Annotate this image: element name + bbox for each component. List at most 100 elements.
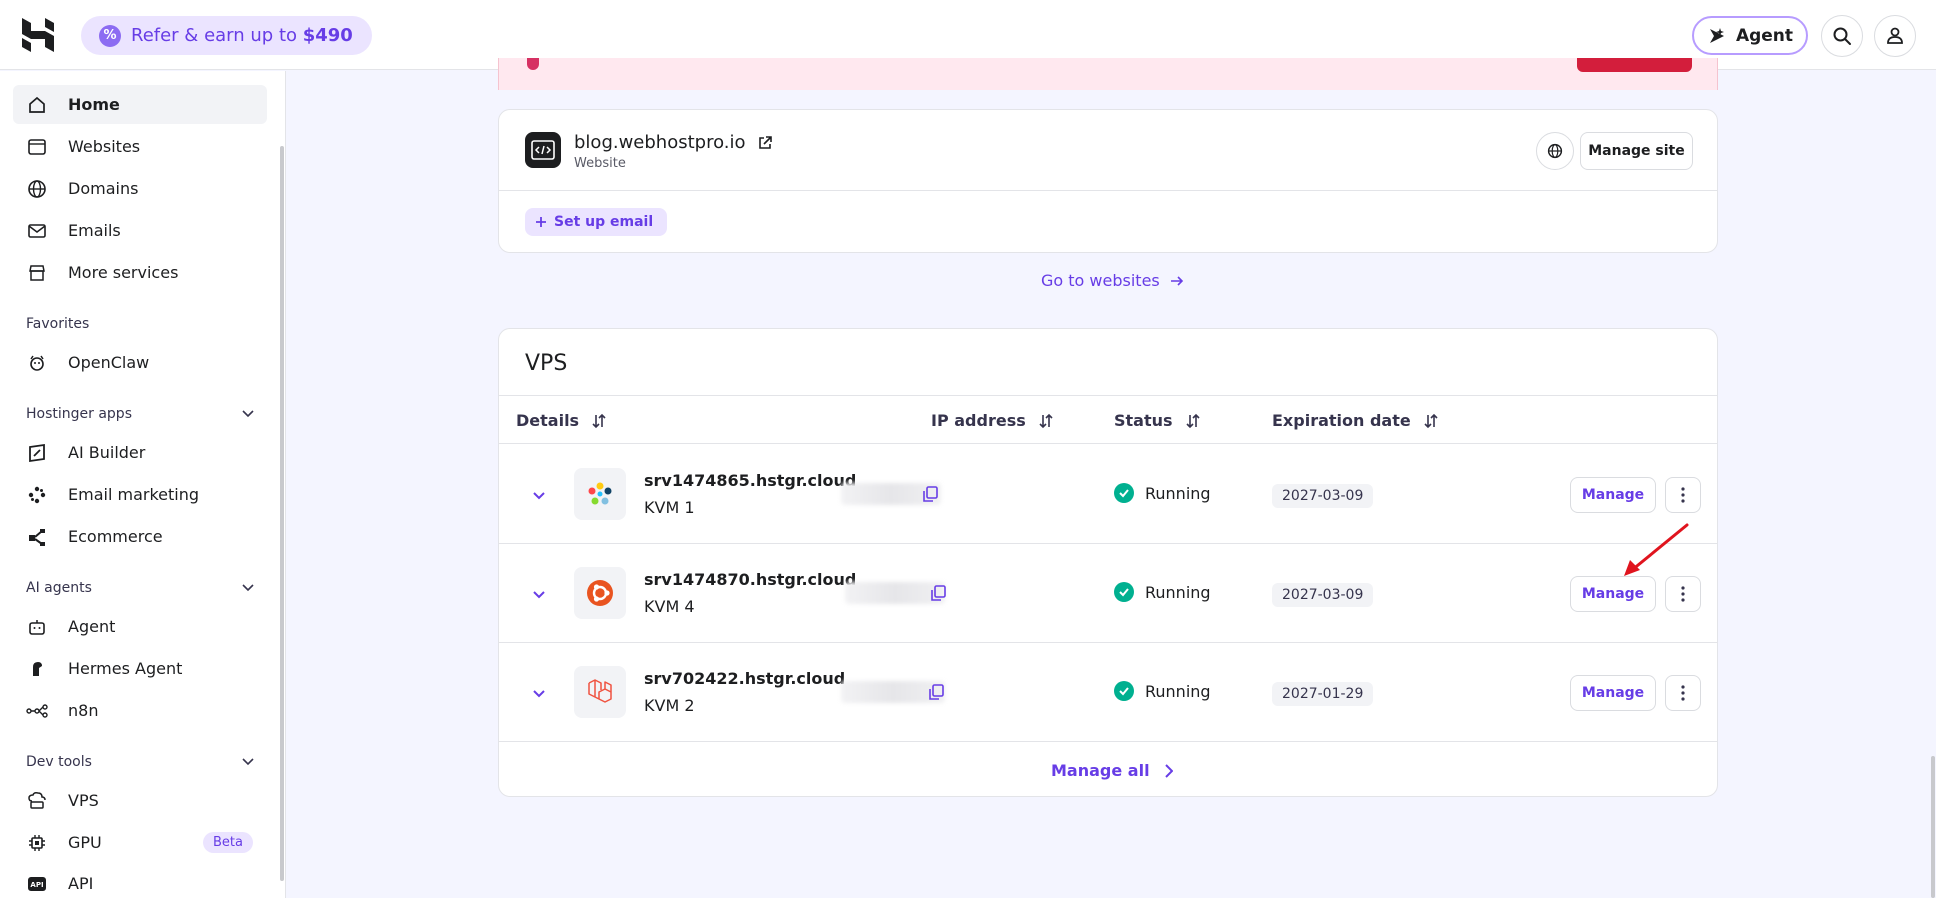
sidebar-item-ai-builder[interactable]: AI Builder	[13, 433, 267, 472]
sidebar-item-openclaw[interactable]: OpenClaw	[13, 343, 267, 382]
copy-icon[interactable]	[921, 485, 939, 503]
sidebar-item-home[interactable]: Home	[13, 85, 267, 124]
website-domain-link[interactable]: blog.webhostpro.io	[574, 132, 772, 153]
sidebar-item-label: AI Builder	[68, 443, 146, 462]
sidebar-item-label: Domains	[68, 179, 139, 198]
account-button[interactable]	[1874, 15, 1916, 57]
status-label: Running	[1145, 681, 1211, 701]
sidebar-item-label: GPU	[68, 833, 102, 852]
ai-builder-icon	[26, 442, 48, 464]
bot-icon	[26, 616, 48, 638]
user-icon	[1887, 27, 1903, 44]
column-status[interactable]: Status	[1114, 411, 1201, 430]
alert-action-button[interactable]	[1577, 58, 1692, 72]
vps-hostname[interactable]: srv1474865.hstgr.cloud	[644, 471, 856, 490]
external-link-icon	[758, 135, 772, 149]
sidebar-item-websites[interactable]: Websites	[13, 127, 267, 166]
divider	[499, 190, 1717, 191]
expiration-date: 2027-01-29	[1272, 682, 1374, 706]
svg-text:API: API	[30, 881, 43, 889]
kebab-icon	[1681, 487, 1685, 503]
sidebar-item-vps[interactable]: VPS	[13, 781, 267, 820]
sidebar-item-ecommerce[interactable]: Ecommerce	[13, 517, 267, 556]
manage-vps-button[interactable]: Manage	[1570, 675, 1656, 711]
sidebar-item-api[interactable]: API API	[13, 864, 267, 898]
set-up-email-label: Set up email	[554, 214, 654, 230]
ecommerce-icon	[26, 526, 48, 548]
more-options-button[interactable]	[1665, 675, 1701, 711]
refer-text: Refer & earn up to	[131, 25, 303, 46]
expand-chevron-icon[interactable]	[529, 584, 549, 604]
check-circle-icon	[1114, 483, 1134, 503]
almalinux-icon	[574, 468, 626, 520]
page-scrollbar[interactable]	[1931, 756, 1935, 898]
expand-chevron-icon[interactable]	[529, 485, 549, 505]
hostinger-apps-section[interactable]: Hostinger apps	[26, 406, 254, 422]
search-button[interactable]	[1821, 15, 1863, 57]
expiration-date: 2027-03-09	[1272, 484, 1374, 508]
sidebar-item-hermes-agent[interactable]: Hermes Agent	[13, 649, 267, 688]
agent-button[interactable]: Agent	[1692, 16, 1808, 55]
kebab-icon	[1681, 586, 1685, 602]
expand-chevron-icon[interactable]	[529, 683, 549, 703]
cloud-server-icon	[26, 790, 48, 812]
status-label: Running	[1145, 582, 1211, 602]
vps-hostname[interactable]: srv702422.hstgr.cloud	[644, 669, 845, 688]
sort-icon	[1039, 413, 1053, 428]
sidebar-item-agent[interactable]: Agent	[13, 607, 267, 646]
more-options-button[interactable]	[1665, 477, 1701, 513]
alert-icon	[527, 58, 539, 70]
agent-icon	[1709, 27, 1724, 43]
chevron-right-icon	[1164, 763, 1173, 778]
vps-plan: KVM 1	[644, 498, 695, 517]
copy-icon[interactable]	[927, 683, 945, 701]
hostinger-logo[interactable]	[22, 18, 54, 52]
sidebar-item-label: Websites	[68, 137, 141, 156]
sort-icon	[1185, 413, 1200, 428]
domain-globe-button[interactable]	[1536, 132, 1574, 170]
sidebar-item-emails[interactable]: Emails	[13, 211, 267, 250]
vps-hostname[interactable]: srv1474870.hstgr.cloud	[644, 570, 856, 589]
claw-icon	[26, 352, 48, 374]
manage-all-label: Manage all	[1051, 761, 1150, 780]
ubuntu-icon	[574, 567, 626, 619]
refer-earn-button[interactable]: % Refer & earn up to $490	[81, 16, 372, 55]
sidebar-item-n8n[interactable]: n8n	[13, 691, 267, 730]
sidebar-item-more-services[interactable]: More services	[13, 253, 267, 292]
column-details[interactable]: Details	[516, 411, 607, 430]
dev-tools-section[interactable]: Dev tools	[26, 754, 254, 770]
sidebar-item-email-marketing[interactable]: Email marketing	[13, 475, 267, 514]
set-up-email-button[interactable]: Set up email	[525, 208, 668, 236]
column-ip-address[interactable]: IP address	[931, 411, 1054, 430]
manage-all-link[interactable]: Manage all	[1051, 761, 1173, 780]
manage-vps-button[interactable]: Manage	[1570, 477, 1656, 513]
more-options-button[interactable]	[1665, 576, 1701, 612]
sidebar-item-label: VPS	[68, 791, 99, 810]
table-row: srv1474870.hstgr.cloud KVM 4 Running 202…	[499, 544, 1717, 643]
sidebar-item-domains[interactable]: Domains	[13, 169, 267, 208]
sidebar-scrollbar[interactable]	[280, 146, 284, 881]
vps-status: Running	[1114, 582, 1211, 602]
sidebar-item-label: Agent	[68, 617, 116, 636]
code-icon	[525, 132, 561, 168]
search-icon	[1833, 27, 1851, 45]
status-label: Running	[1145, 483, 1211, 503]
table-row: srv1474865.hstgr.cloud KVM 1 Running 202…	[499, 445, 1717, 544]
arrow-right-icon	[1170, 275, 1183, 286]
vps-plan: KVM 4	[644, 597, 695, 616]
expiration-date: 2027-03-09	[1272, 583, 1374, 607]
copy-icon[interactable]	[929, 584, 947, 602]
website-card: blog.webhostpro.io Website Manage site S…	[498, 109, 1718, 253]
annotation-arrow-icon	[1624, 523, 1689, 576]
go-to-websites-link[interactable]: Go to websites	[1041, 271, 1184, 290]
ai-agents-section[interactable]: AI agents	[26, 580, 254, 596]
vps-section-title: VPS	[525, 351, 568, 376]
chevron-down-icon	[242, 758, 254, 766]
sidebar-item-gpu[interactable]: GPU Beta	[13, 823, 267, 862]
globe-icon	[26, 178, 48, 200]
manage-site-button[interactable]: Manage site	[1580, 132, 1693, 170]
vps-status: Running	[1114, 483, 1211, 503]
laravel-icon	[574, 666, 626, 718]
manage-vps-button[interactable]: Manage	[1570, 576, 1656, 612]
column-expiration-date[interactable]: Expiration date	[1272, 411, 1439, 430]
